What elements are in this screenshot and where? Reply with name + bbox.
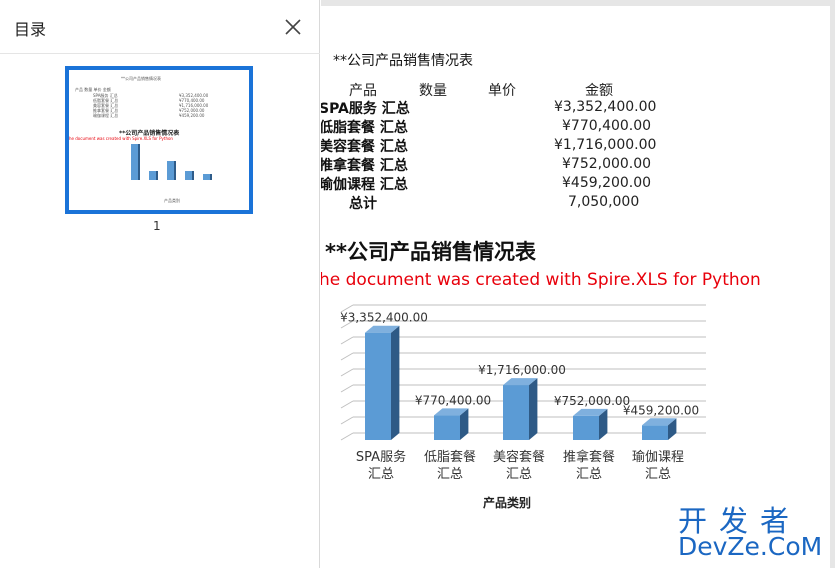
sidebar-header: 目录 [0, 0, 320, 54]
thumb-bar [149, 171, 158, 180]
chart-data-label: ¥3,352,400.00 [340, 311, 428, 325]
chart-category-label: 汇总 [645, 467, 671, 482]
chart-data-label: ¥752,000.00 [554, 394, 630, 408]
thumbnail-page-number: 1 [153, 219, 161, 233]
chart-data-label: ¥1,716,000.00 [478, 363, 566, 377]
table-total-label: 总计 [349, 196, 377, 212]
close-button[interactable] [282, 16, 304, 38]
thumb-xlabel: 产品类别 [164, 198, 180, 203]
gridline [340, 352, 354, 361]
table-amount: ¥459,200.00 [562, 175, 652, 191]
table-row-label: 瑜伽课程 汇总 [321, 177, 408, 193]
axis-baseline [340, 432, 354, 441]
chart-title: **公司产品销售情况表 [325, 240, 536, 264]
gridline [340, 384, 354, 393]
chart-category-label: SPA服务 [356, 449, 406, 465]
gridline [340, 400, 354, 409]
chart-category-label: 汇总 [506, 467, 532, 482]
column-header-product: 产品 [349, 83, 377, 99]
brand-logo: 开发者 DevZe.CoM [678, 498, 830, 564]
chart-category-label: 汇总 [368, 467, 394, 482]
table-amount: ¥770,400.00 [562, 118, 652, 134]
column-header-amount: 金额 [585, 83, 613, 99]
table-row-label: 推拿套餐 汇总 [321, 158, 408, 174]
table-amount: ¥1,716,000.00 [554, 137, 657, 153]
chart-category-label: 美容套餐 [493, 449, 545, 465]
brand-logo-line2: DevZe.CoM [678, 532, 823, 561]
document-viewport[interactable]: **公司产品销售情况表 产品 数量 单价 金额 SPA服务 汇总 低脂套餐 汇总… [321, 0, 835, 568]
thumb-bar [131, 144, 140, 180]
chart-bar-side [529, 378, 538, 440]
gridline [340, 416, 354, 425]
thumb-title: **公司产品销售情况表 [121, 76, 161, 81]
sidebar-title: 目录 [14, 20, 47, 39]
thumb-bar [167, 161, 176, 180]
chart-bar [365, 332, 391, 440]
close-icon [285, 19, 301, 35]
chart-bar [434, 415, 460, 440]
table-amount: ¥752,000.00 [562, 156, 652, 172]
thumb-bar [185, 171, 194, 180]
thumb-row: 瑜伽课程 汇总 [93, 113, 119, 118]
column-header-quantity: 数量 [419, 83, 447, 99]
thumb-bar [203, 174, 212, 180]
table-total-value: 7,050,000 [568, 194, 640, 210]
toc-sidebar: 目录 **公司产品销售情况表 产品 数量 单价 金额 SPA服务 汇总 低脂套餐… [0, 0, 320, 568]
table-row-label: 低脂套餐 汇总 [321, 120, 408, 136]
gridline [340, 336, 354, 345]
table-row-label: 美容套餐 汇总 [321, 139, 408, 155]
bar-chart: ¥3,352,400.00 SPA服务汇总 ¥770,400.00 低脂套餐汇总 ¥1,… [340, 304, 706, 510]
document-page: **公司产品销售情况表 产品 数量 单价 金额 SPA服务 汇总 低脂套餐 汇总… [321, 6, 830, 568]
chart-x-axis-label: 产品类别 [483, 495, 531, 510]
chart-data-label: ¥770,400.00 [415, 393, 491, 407]
thumb-watermark: he document was created with Spire.XLS f… [69, 136, 173, 141]
thumb-amount: ¥459,200.00 [179, 113, 205, 118]
chart-category-label: 汇总 [437, 467, 463, 482]
chart-category-label: 汇总 [576, 467, 602, 482]
chart-bar-side [391, 325, 400, 440]
chart-category-label: 瑜伽课程 [632, 450, 684, 465]
chart-data-label: ¥459,200.00 [623, 403, 699, 417]
chart-bar [642, 425, 668, 440]
table-row-label: SPA服务 汇总 [321, 101, 410, 117]
chart-category-label: 推拿套餐 [563, 449, 615, 465]
table-title: **公司产品销售情况表 [333, 53, 473, 69]
page-thumbnail[interactable]: **公司产品销售情况表 产品 数量 单价 金额 SPA服务 汇总 低脂套餐 汇总… [65, 66, 253, 214]
gridline [340, 368, 354, 377]
chart-bar [503, 385, 529, 440]
table-amount: ¥3,352,400.00 [554, 99, 657, 115]
column-header-price: 单价 [488, 83, 516, 99]
chart-category-label: 低脂套餐 [424, 449, 476, 465]
evaluation-watermark: he document was created with Spire.XLS f… [321, 270, 761, 290]
chart-bar [573, 415, 599, 440]
